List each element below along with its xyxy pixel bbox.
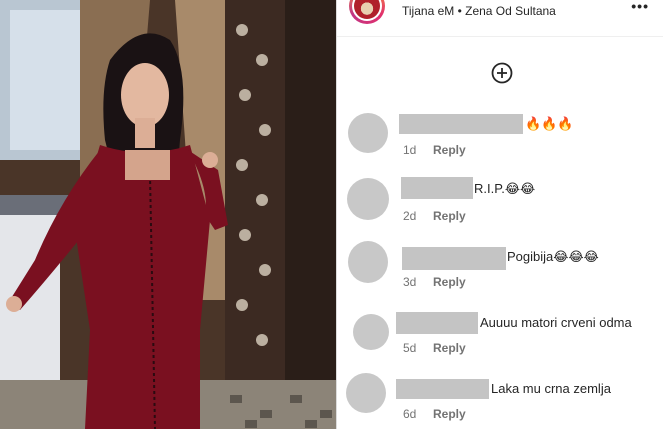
comment-text: 🔥🔥🔥 [525,116,574,131]
redacted-username [396,312,478,334]
comment-time: 3d [403,275,417,289]
author-avatar[interactable] [349,0,385,24]
post-video[interactable] [0,0,336,429]
reply-button[interactable]: Reply [433,143,466,157]
redacted-username [402,247,506,270]
reply-button[interactable]: Reply [433,209,466,223]
comment-item: 🔥🔥🔥 1d Reply [337,110,663,166]
commenter-avatar[interactable] [348,113,388,153]
comment-item: R.I.P.😂😂 2d Reply [337,174,663,230]
plus-circle-icon [491,62,513,84]
redacted-username [401,177,473,199]
comment-meta: 1d Reply [403,143,466,157]
comment-text: Auuuu matori crveni odma [480,315,632,330]
comment-time: 2d [403,209,417,223]
comment-meta: 3d Reply [403,275,466,289]
comments-panel: Tijana eM • Zena Od Sultana ••• 🔥🔥🔥 1d Re… [337,0,663,429]
redacted-username [396,379,489,399]
commenter-avatar[interactable] [353,314,389,350]
comment-text: Laka mu crna zemlja [491,381,611,396]
comment-time: 1d [403,143,417,157]
commenter-avatar[interactable] [346,373,386,413]
comment-meta: 5d Reply [403,341,466,355]
comment-item: Pogibija😂😂😂 3d Reply [337,240,663,296]
audio-attribution[interactable]: Tijana eM • Zena Od Sultana [402,4,556,18]
comment-text: Pogibija😂😂😂 [507,249,599,264]
comment-meta: 6d Reply [403,407,466,421]
comment-item: Laka mu crna zemlja 6d Reply [337,372,663,428]
commenter-avatar[interactable] [347,178,389,220]
load-more-comments-button[interactable] [491,62,513,84]
redacted-username [399,114,523,134]
reply-button[interactable]: Reply [433,407,466,421]
video-frame [0,0,336,429]
commenter-avatar[interactable] [348,241,388,283]
more-options-icon[interactable]: ••• [631,0,649,14]
comment-time: 6d [403,407,417,421]
post-header: Tijana eM • Zena Od Sultana ••• [337,0,663,37]
comment-item: Auuuu matori crveni odma 5d Reply [337,310,663,366]
comment-text: R.I.P.😂😂 [474,181,536,196]
reply-button[interactable]: Reply [433,341,466,355]
comment-meta: 2d Reply [403,209,466,223]
reply-button[interactable]: Reply [433,275,466,289]
comment-time: 5d [403,341,417,355]
